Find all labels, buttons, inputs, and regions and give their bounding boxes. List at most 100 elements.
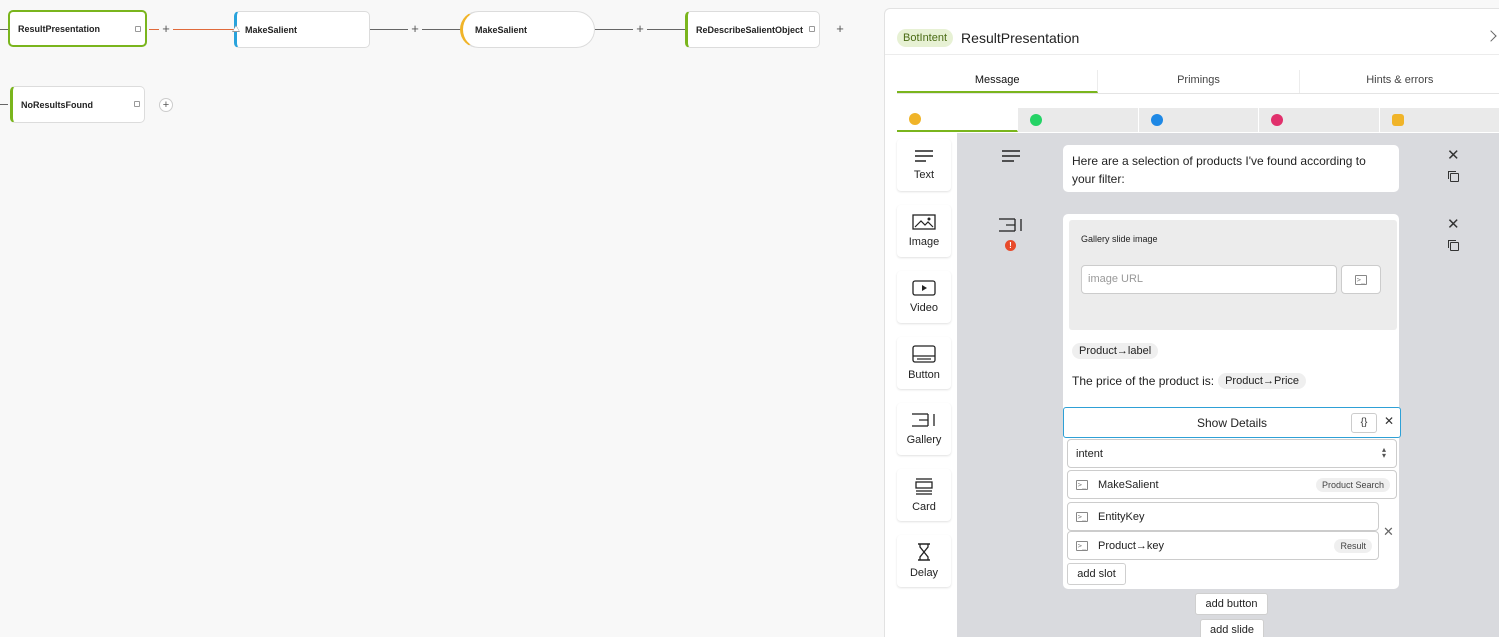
whatsapp-icon xyxy=(1029,114,1042,126)
slide-subtitle[interactable]: The price of the product is: Product→Pri… xyxy=(1072,372,1307,390)
add-slide-button[interactable]: add slide xyxy=(1200,619,1264,637)
intent-name-field[interactable]: >_ MakeSalient Product Search xyxy=(1067,470,1397,499)
text-message-content[interactable]: Here are a selection of products I've fo… xyxy=(1072,152,1390,188)
text-lines-icon xyxy=(915,150,933,162)
add-node-button[interactable]: + xyxy=(159,98,173,112)
channel-tabs xyxy=(897,108,1499,132)
gallery-slide-image: Gallery slide image image URL >_ xyxy=(1069,220,1397,330)
add-slot-button[interactable]: add slot xyxy=(1067,563,1126,585)
node-label: ReDescribeSalientObject xyxy=(696,24,804,35)
subtitle-variable-chip[interactable]: Product→Price xyxy=(1218,373,1307,389)
tool-label: Delay xyxy=(909,567,939,579)
tool-card[interactable]: Card xyxy=(897,469,951,521)
gallery-button-editor[interactable]: Show Details {} ✕ xyxy=(1063,407,1401,438)
node-label: MakeSalient xyxy=(475,24,528,35)
messenger-icon xyxy=(1150,114,1163,126)
gallery-icon xyxy=(999,218,1022,232)
add-node-button[interactable]: + xyxy=(833,22,847,36)
tool-label: Text xyxy=(913,169,935,181)
gallery-image-label: Gallery slide image xyxy=(1081,234,1158,244)
tool-video[interactable]: Video xyxy=(897,271,951,323)
delete-message-icon[interactable]: ✕ xyxy=(1447,217,1460,232)
button-label[interactable]: Show Details xyxy=(1064,414,1400,432)
tab-primings[interactable]: Primings xyxy=(1098,70,1300,93)
node-redescribe-salient-object[interactable]: ReDescribeSalientObject xyxy=(685,11,820,48)
lock-icon xyxy=(134,101,140,107)
node-label: NoResultsFound xyxy=(21,99,93,110)
hourglass-icon xyxy=(918,543,930,561)
button-type-select[interactable]: intent ▴ ▾ xyxy=(1067,439,1397,468)
tool-label: Button xyxy=(908,369,940,381)
node-type-badge: BotIntent xyxy=(897,29,954,47)
lock-icon xyxy=(809,26,815,32)
webchat-icon xyxy=(909,113,921,125)
button-type-value: intent xyxy=(1076,447,1103,460)
tool-image[interactable]: Image xyxy=(897,205,951,257)
title-variable-chip[interactable]: Product→label xyxy=(1072,343,1159,359)
tool-text[interactable]: Text xyxy=(897,139,951,191)
node-result-presentation[interactable]: ResultPresentation xyxy=(8,10,147,47)
node-label: ResultPresentation xyxy=(18,23,101,34)
tool-label: Gallery xyxy=(906,434,942,446)
add-node-button[interactable]: + xyxy=(633,22,647,36)
slot-value-tag: Result xyxy=(1334,539,1372,553)
flow-canvas[interactable]: ResultPresentation + MakeSalient + MakeS… xyxy=(0,0,884,637)
gallery-icon xyxy=(912,413,935,427)
delete-message-icon[interactable]: ✕ xyxy=(1447,148,1460,163)
copy-message-icon[interactable] xyxy=(1448,171,1459,182)
channel-tab-other[interactable] xyxy=(1380,108,1499,132)
lock-icon xyxy=(135,26,141,32)
terminal-icon: >_ xyxy=(1076,479,1088,490)
editor-tabs: Message Primings Hints & errors xyxy=(897,70,1499,94)
slot-value-field[interactable]: >_ Product→key Result xyxy=(1067,531,1379,560)
slot-value: Product→key xyxy=(1098,539,1165,552)
add-node-button[interactable]: + xyxy=(159,22,173,36)
image-icon xyxy=(912,214,936,230)
tool-delay[interactable]: Delay xyxy=(897,535,951,587)
expression-button[interactable]: >_ xyxy=(1341,265,1381,294)
remove-button-icon[interactable]: ✕ xyxy=(1384,414,1394,429)
remove-slot-icon[interactable]: ✕ xyxy=(1383,524,1394,539)
video-play-icon xyxy=(912,280,936,296)
slot-name-field[interactable]: >_ EntityKey xyxy=(1067,502,1379,531)
message-type-toolbox: Text Image Video Button Gallery Card Del… xyxy=(897,133,957,637)
node-make-salient-2[interactable]: MakeSalient xyxy=(460,11,595,48)
intent-tag: Product Search xyxy=(1315,478,1390,492)
flow-edge xyxy=(0,29,8,30)
instagram-icon xyxy=(1271,114,1284,126)
tab-hints-errors[interactable]: Hints & errors xyxy=(1300,70,1499,93)
copy-message-icon[interactable] xyxy=(1448,240,1459,251)
channel-tab-instagram[interactable] xyxy=(1259,108,1381,132)
panel-header: BotIntent ResultPresentation xyxy=(897,29,1079,47)
channel-tab-messenger[interactable] xyxy=(1139,108,1260,132)
add-button-button[interactable]: add button xyxy=(1195,593,1268,615)
divider xyxy=(885,54,1499,55)
subtitle-text: The price of the product is: xyxy=(1072,374,1215,388)
expression-toggle-button[interactable]: {} xyxy=(1351,413,1377,433)
add-node-button[interactable]: + xyxy=(408,22,422,36)
warning-triangle-icon xyxy=(232,25,240,32)
node-label: MakeSalient xyxy=(245,24,298,35)
terminal-icon: >_ xyxy=(1076,540,1088,551)
tool-label: Video xyxy=(910,302,938,314)
text-message-card[interactable]: Here are a selection of products I've fo… xyxy=(1063,145,1399,192)
node-editor-panel: BotIntent ResultPresentation Message Pri… xyxy=(884,8,1499,637)
node-make-salient-1[interactable]: MakeSalient xyxy=(234,11,370,48)
collapse-panel-icon[interactable] xyxy=(1485,30,1497,42)
terminal-icon: >_ xyxy=(1076,511,1088,522)
error-icon: ! xyxy=(1005,240,1016,251)
tool-label: Card xyxy=(912,501,936,513)
card-icon xyxy=(915,478,933,495)
tool-gallery[interactable]: Gallery xyxy=(897,403,951,455)
channel-tab-webchat[interactable] xyxy=(897,108,1018,132)
channel-tab-whatsapp[interactable] xyxy=(1018,108,1139,132)
flow-edge xyxy=(0,104,8,105)
tool-button[interactable]: Button xyxy=(897,337,951,389)
image-url-input[interactable]: image URL xyxy=(1081,265,1337,294)
message-editor-area: Here are a selection of products I've fo… xyxy=(957,133,1499,637)
text-lines-icon xyxy=(1002,150,1020,162)
node-no-results-found[interactable]: NoResultsFound xyxy=(10,86,145,123)
slot-name: EntityKey xyxy=(1098,510,1145,523)
button-icon xyxy=(912,345,936,363)
tab-message[interactable]: Message xyxy=(897,70,1099,93)
